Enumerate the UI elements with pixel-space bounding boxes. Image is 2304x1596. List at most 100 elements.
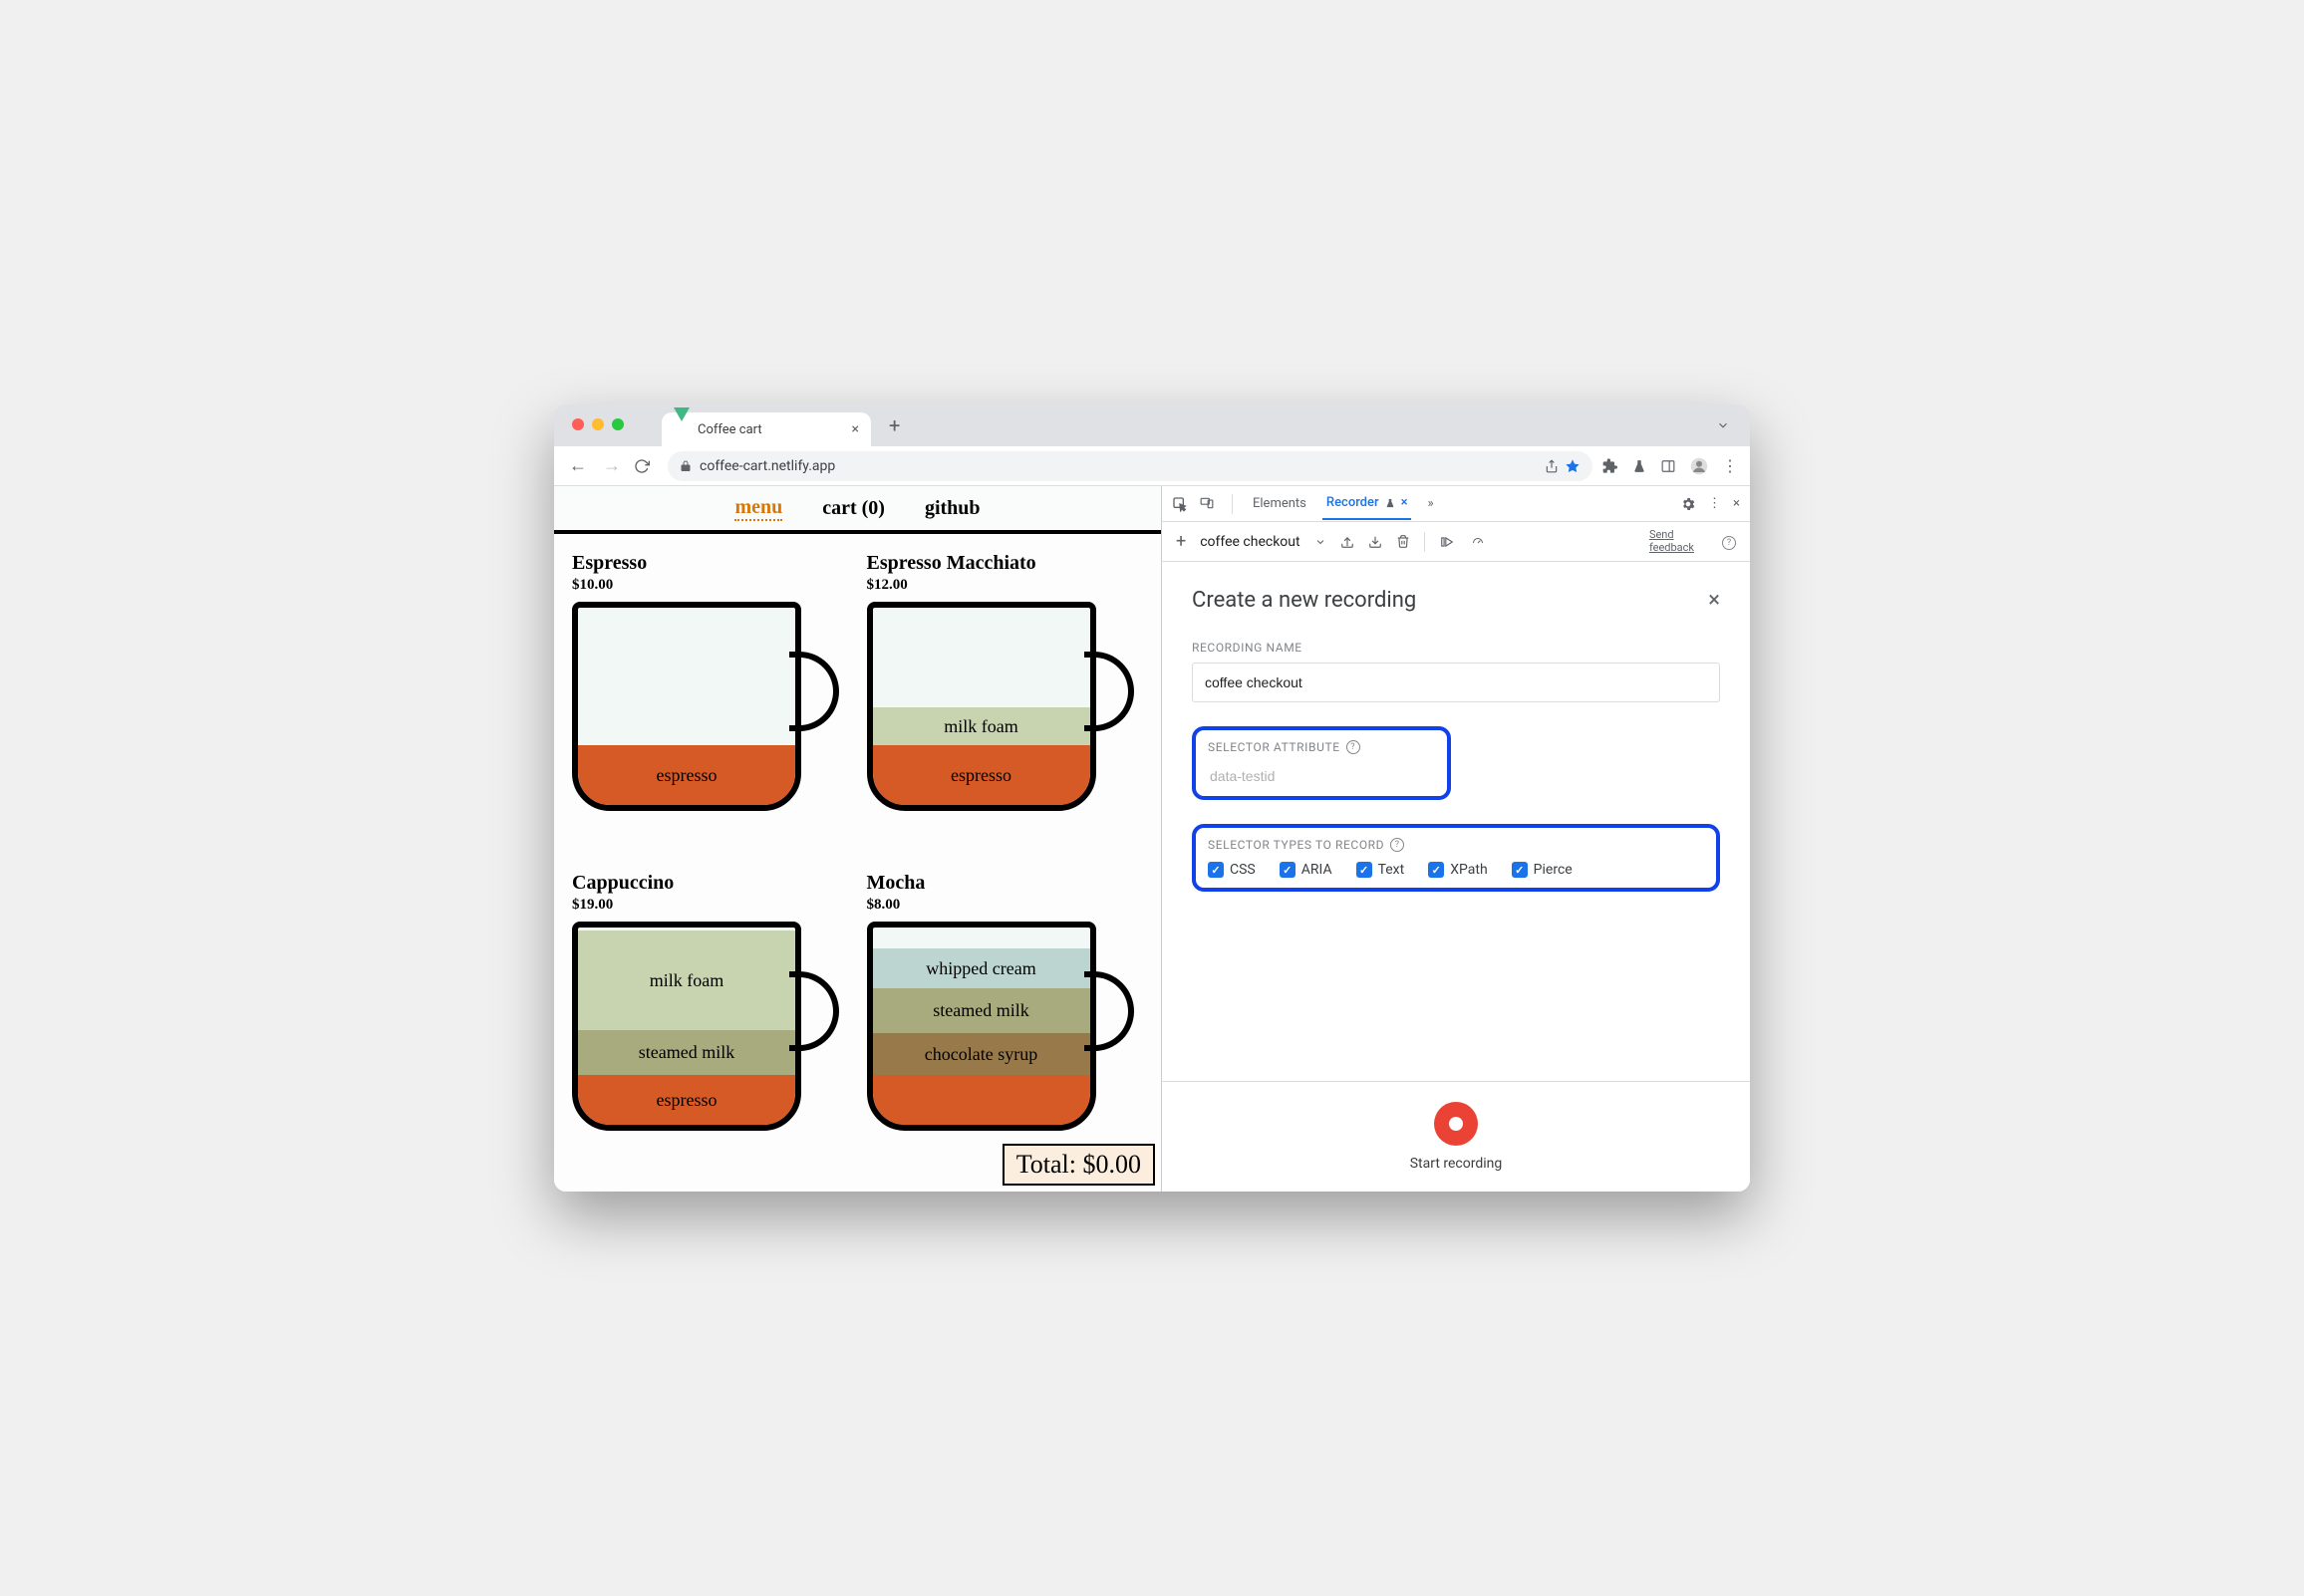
cup-illustration: espressosteamed milkmilk foam — [572, 922, 849, 1141]
checkbox-icon: ✓ — [1356, 862, 1372, 878]
content-area: menu cart (0) github Espresso$10.00espre… — [554, 486, 1750, 1192]
product-card[interactable]: Espresso$10.00espresso — [572, 552, 849, 854]
cup-layer: milk foam — [873, 707, 1090, 745]
product-name: Espresso Macchiato — [867, 552, 1144, 575]
browser-window: Coffee cart × + ← → coffee-cart.netlify.… — [554, 404, 1750, 1192]
share-icon[interactable] — [1545, 459, 1559, 473]
checkbox-icon: ✓ — [1512, 862, 1528, 878]
devtools-menu-icon[interactable]: ⋮ — [1708, 496, 1721, 511]
close-tab-button[interactable]: × — [852, 421, 859, 437]
panel-title: Create a new recording — [1192, 588, 1416, 613]
replay-icon[interactable] — [1439, 535, 1455, 549]
device-toggle-icon[interactable] — [1198, 496, 1216, 512]
product-card[interactable]: Espresso Macchiato$12.00espressomilk foa… — [867, 552, 1144, 854]
cup-layer: milk foam — [578, 931, 795, 1030]
create-recording-panel: Create a new recording × RECORDING NAME … — [1162, 562, 1750, 1081]
delete-icon[interactable] — [1396, 534, 1410, 549]
product-price: $19.00 — [572, 897, 849, 914]
settings-icon[interactable] — [1680, 496, 1696, 512]
send-feedback-link[interactable]: Send feedback — [1649, 529, 1694, 553]
cup-layer: whipped cream — [873, 948, 1090, 988]
current-flow-name[interactable]: coffee checkout — [1200, 534, 1299, 550]
tab-title: Coffee cart — [698, 422, 762, 437]
tab-elements[interactable]: Elements — [1249, 488, 1310, 519]
cup-layer: steamed milk — [578, 1030, 795, 1075]
selector-type-label: CSS — [1230, 862, 1256, 878]
lock-icon — [680, 459, 692, 473]
replay-speed-icon[interactable] — [1469, 536, 1487, 548]
flow-dropdown-icon[interactable] — [1314, 536, 1326, 548]
profile-icon[interactable] — [1690, 457, 1708, 475]
nav-github[interactable]: github — [925, 497, 981, 520]
selector-type-option[interactable]: ✓ Text — [1356, 862, 1405, 878]
cup-layer: chocolate syrup — [873, 1033, 1090, 1075]
url-input[interactable]: coffee-cart.netlify.app — [668, 451, 1592, 481]
forward-button[interactable]: → — [600, 455, 624, 476]
window-controls — [572, 418, 624, 430]
close-window-button[interactable] — [572, 418, 584, 430]
product-name: Cappuccino — [572, 872, 849, 895]
inspect-icon[interactable] — [1172, 496, 1188, 512]
selector-type-label: XPath — [1450, 862, 1487, 878]
cup-layer: steamed milk — [873, 988, 1090, 1033]
devtools-panel: Elements Recorder × » ⋮ × + coffee check… — [1162, 486, 1750, 1192]
selector-attribute-section: SELECTOR ATTRIBUTE ? — [1192, 726, 1451, 800]
close-devtools-button[interactable]: × — [1733, 496, 1740, 511]
checkbox-icon: ✓ — [1428, 862, 1444, 878]
selector-type-option[interactable]: ✓ARIA — [1280, 862, 1332, 878]
cup-layer: espresso — [873, 745, 1090, 805]
minimize-window-button[interactable] — [592, 418, 604, 430]
checkbox-icon: ✓ — [1280, 862, 1296, 878]
help-icon[interactable]: ? — [1722, 534, 1736, 550]
flask-icon — [1385, 497, 1395, 509]
address-bar: ← → coffee-cart.netlify.app ⋮ — [554, 446, 1750, 486]
selector-type-label: Text — [1378, 862, 1405, 878]
sidepanel-icon[interactable] — [1660, 459, 1676, 473]
selector-type-option[interactable]: ✓ XPath — [1428, 862, 1487, 878]
nav-menu[interactable]: menu — [734, 496, 782, 521]
product-price: $8.00 — [867, 897, 1144, 914]
selector-type-option[interactable]: ✓ Pierce — [1512, 862, 1573, 878]
product-card[interactable]: Mocha$8.00chocolate syrupsteamed milkwhi… — [867, 872, 1144, 1174]
tabs-dropdown-button[interactable] — [1716, 418, 1730, 432]
tab-recorder[interactable]: Recorder × — [1322, 487, 1412, 520]
recording-name-input[interactable] — [1192, 663, 1720, 702]
start-recording-button[interactable] — [1434, 1102, 1478, 1146]
start-recording-label: Start recording — [1410, 1156, 1503, 1172]
coffee-app: menu cart (0) github Espresso$10.00espre… — [554, 486, 1162, 1192]
maximize-window-button[interactable] — [612, 418, 624, 430]
cup-illustration: chocolate syrupsteamed milkwhipped cream — [867, 922, 1144, 1141]
selector-type-option[interactable]: ✓ CSS — [1208, 862, 1256, 878]
help-icon[interactable]: ? — [1390, 838, 1404, 852]
selector-types-section: SELECTOR TYPES TO RECORD ? ✓CSS✓ARIA✓Tex… — [1192, 824, 1720, 892]
reload-button[interactable] — [634, 458, 658, 474]
menu-icon[interactable]: ⋮ — [1722, 456, 1738, 475]
new-recording-button[interactable]: + — [1176, 531, 1186, 552]
nav-cart[interactable]: cart (0) — [822, 497, 885, 520]
checkbox-icon: ✓ — [1208, 862, 1224, 878]
import-icon[interactable] — [1368, 535, 1382, 549]
recording-name-label: RECORDING NAME — [1192, 641, 1720, 655]
product-card[interactable]: Cappuccino $19.00 espressosteamed milkmilk… — [572, 872, 849, 1174]
cup-handle — [789, 652, 839, 731]
labs-icon[interactable] — [1632, 458, 1646, 474]
cup-handle — [1084, 971, 1134, 1051]
selector-type-label: Pierce — [1534, 862, 1573, 878]
selector-attribute-input[interactable] — [1208, 760, 1435, 792]
close-recorder-tab[interactable]: × — [1401, 495, 1408, 510]
vue-favicon — [674, 421, 690, 437]
browser-tab[interactable]: Coffee cart × — [662, 412, 871, 446]
url-text: coffee-cart.netlify.app — [700, 458, 835, 474]
more-tabs-button[interactable]: » — [1423, 488, 1437, 519]
back-button[interactable]: ← — [566, 455, 590, 476]
help-icon[interactable]: ? — [1346, 740, 1360, 754]
cup-illustration: espresso — [572, 602, 849, 821]
bookmark-icon[interactable] — [1565, 458, 1581, 474]
selector-types-label: SELECTOR TYPES TO RECORD ? — [1208, 838, 1704, 852]
close-panel-button[interactable]: × — [1708, 588, 1720, 613]
new-tab-button[interactable]: + — [881, 409, 908, 441]
extensions-icon[interactable] — [1602, 458, 1618, 474]
cup-illustration: espressomilk foam — [867, 602, 1144, 821]
export-icon[interactable] — [1340, 535, 1354, 549]
cart-total-badge[interactable]: Total: $0.00 — [1003, 1144, 1155, 1186]
